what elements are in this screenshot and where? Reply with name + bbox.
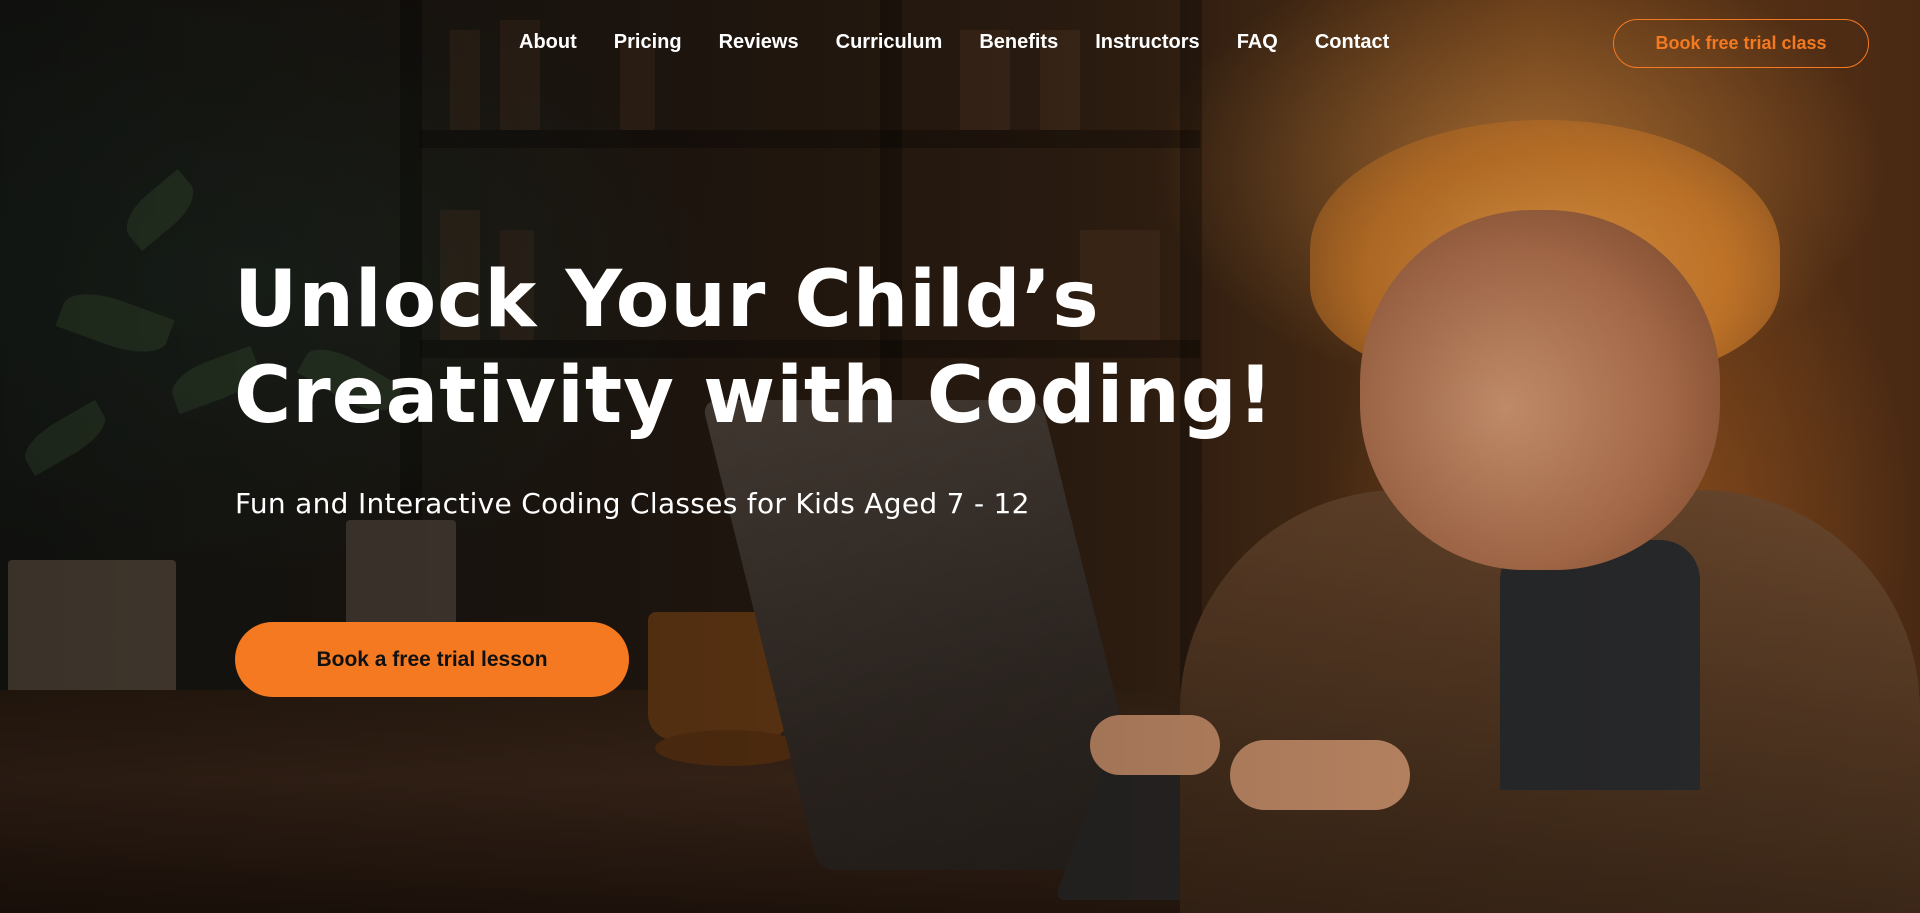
nav-link-pricing[interactable]: Pricing bbox=[614, 31, 682, 54]
nav-link-instructors[interactable]: Instructors bbox=[1095, 31, 1199, 54]
nav-link-faq[interactable]: FAQ bbox=[1237, 31, 1278, 54]
nav-link-contact[interactable]: Contact bbox=[1315, 31, 1389, 54]
main-nav: About Pricing Reviews Curriculum Benefit… bbox=[0, 19, 1920, 68]
nav-link-about[interactable]: About bbox=[519, 31, 577, 54]
nav-link-benefits[interactable]: Benefits bbox=[979, 31, 1058, 54]
book-free-trial-class-button[interactable]: Book free trial class bbox=[1613, 19, 1869, 68]
book-free-trial-lesson-button[interactable]: Book a free trial lesson bbox=[235, 622, 629, 697]
nav-link-reviews[interactable]: Reviews bbox=[719, 31, 799, 54]
nav-links: About Pricing Reviews Curriculum Benefit… bbox=[519, 31, 1426, 54]
nav-link-curriculum[interactable]: Curriculum bbox=[836, 31, 943, 54]
hero-title: Unlock Your Child’s Creativity with Codi… bbox=[234, 255, 1275, 441]
hero-background-image bbox=[0, 0, 1920, 913]
hero-subtitle: Fun and Interactive Coding Classes for K… bbox=[235, 487, 1030, 520]
